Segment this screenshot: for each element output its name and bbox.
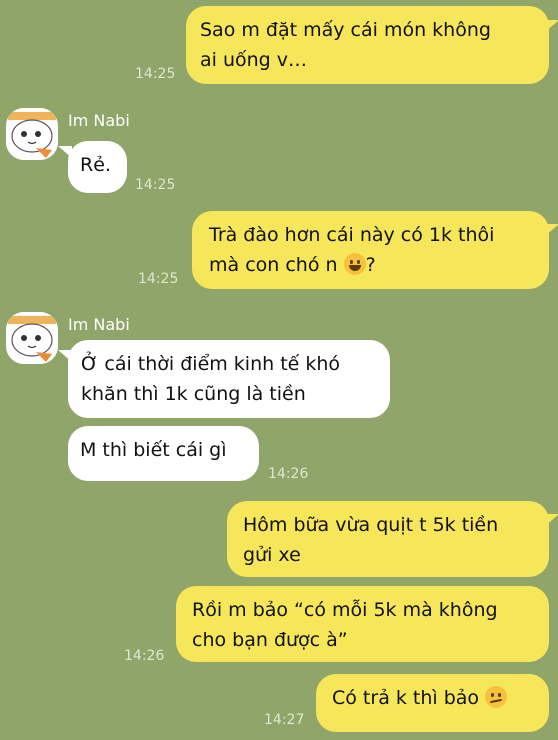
avatar[interactable] — [6, 312, 58, 364]
message-text: ? — [365, 254, 376, 276]
grinning-emoji-icon — [343, 253, 366, 275]
message-text: Có trả k thì bảo — [332, 687, 486, 709]
incoming-message-bubble[interactable]: M thì biết cái gì — [68, 426, 259, 481]
outgoing-message-bubble[interactable]: Hôm bữa vừa quịt t 5k tiền gửi xe — [227, 501, 549, 577]
outgoing-message-bubble[interactable]: Trà đào hơn cái này có 1k thôi mà con ch… — [192, 211, 549, 289]
message-text: Trà đào hơn cái này có 1k thôi — [209, 224, 495, 246]
message-timestamp: 14:25 — [138, 271, 179, 287]
bubble-tail — [545, 20, 558, 32]
incoming-message-bubble[interactable]: Ở cái thời điểm kinh tế khó khăn thì 1k … — [68, 340, 390, 418]
message-timestamp: 14:25 — [135, 66, 176, 82]
message-timestamp: 14:25 — [135, 177, 176, 193]
cartoon-character-avatar-icon — [6, 108, 58, 160]
bubble-tail — [545, 514, 558, 526]
message-text: mà con chó n — [209, 254, 344, 276]
outgoing-message-bubble[interactable]: Có trả k thì bảo — [316, 674, 549, 732]
bubble-tail — [545, 224, 558, 236]
sender-name: Im Nabi — [68, 111, 130, 130]
message-timestamp: 14:27 — [264, 712, 305, 728]
outgoing-message-bubble[interactable]: Sao m đặt mấy cái món không ai uống v… — [186, 6, 549, 84]
outgoing-message-bubble[interactable]: Rồi m bảo “có mỗi 5k mà không cho bạn đư… — [176, 586, 549, 662]
incoming-message-bubble[interactable]: Rẻ. — [68, 141, 127, 193]
sender-name: Im Nabi — [68, 315, 130, 334]
cartoon-character-avatar-icon — [6, 312, 58, 364]
message-timestamp: 14:26 — [124, 648, 165, 664]
avatar[interactable] — [6, 108, 58, 160]
message-timestamp: 14:26 — [268, 466, 309, 482]
smirking-emoji-icon — [485, 686, 508, 708]
